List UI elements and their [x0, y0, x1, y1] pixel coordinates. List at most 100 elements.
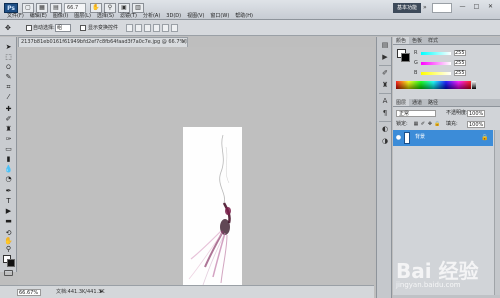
character-panel-icon[interactable]: A — [380, 97, 390, 106]
ink-painting-image — [188, 134, 231, 292]
clone-source-panel-icon[interactable]: ♜ — [380, 81, 390, 90]
marquee-tool-icon[interactable]: ⬚ — [3, 53, 14, 62]
green-slider-label: G — [414, 60, 418, 66]
masks-panel-icon[interactable]: ◐ — [380, 125, 390, 134]
tab-channels[interactable]: 通道 — [409, 99, 425, 106]
lock-transparent-icon[interactable]: ▦ — [413, 121, 419, 127]
gradient-tool-icon[interactable]: ▮ — [3, 155, 14, 164]
fill-field[interactable]: 100% — [467, 121, 485, 128]
layer-name[interactable]: 背景 — [415, 134, 425, 141]
visibility-eye-icon[interactable]: ● — [395, 134, 402, 141]
eraser-tool-icon[interactable]: ▭ — [3, 145, 14, 154]
tab-layers[interactable]: 图层 — [393, 99, 410, 106]
red-value-field[interactable]: 255 — [454, 50, 466, 56]
actions-panel-icon[interactable]: ▶ — [380, 53, 390, 62]
workspace-search[interactable] — [432, 3, 452, 13]
quick-select-tool-icon[interactable]: ✎ — [3, 73, 14, 82]
align-bottom-icon[interactable] — [144, 24, 151, 32]
color-panel-background-swatch[interactable] — [401, 53, 410, 62]
opacity-field[interactable]: 100% — [467, 110, 485, 117]
blue-value-field[interactable]: 255 — [454, 70, 466, 76]
layer-thumbnail — [404, 132, 410, 144]
pen-tool-icon[interactable]: ✒ — [3, 187, 14, 196]
layer-row[interactable]: ● 背景 🔒 — [393, 130, 493, 146]
green-value-field[interactable]: 255 — [454, 60, 466, 66]
eyedropper-tool-icon[interactable]: ⁄ — [3, 93, 14, 102]
menu-file[interactable]: 文件(F) — [4, 12, 27, 20]
move-tool-preset-icon[interactable]: ✥ — [5, 24, 15, 33]
layer-lock-icon: 🔒 — [481, 134, 489, 141]
lock-image-icon[interactable]: ✐ — [420, 121, 426, 127]
color-panel-tabs: 颜色 色板 样式 — [393, 37, 500, 45]
align-left-icon[interactable] — [153, 24, 160, 32]
fill-label: 填充: — [446, 121, 458, 127]
minimize-button[interactable]: — — [456, 2, 469, 12]
workspace-more-button[interactable]: » — [423, 3, 431, 13]
dock-separator — [379, 65, 391, 66]
paragraph-panel-icon[interactable]: ¶ — [380, 109, 390, 118]
menu-analysis[interactable]: 分析(A) — [140, 12, 163, 20]
menu-help[interactable]: 帮助(H) — [232, 12, 256, 20]
menu-layer[interactable]: 图层(L) — [71, 12, 94, 20]
history-brush-tool-icon[interactable]: ✑ — [3, 135, 14, 144]
zoom-status-field[interactable]: 66.67% — [17, 289, 41, 296]
green-slider[interactable] — [421, 62, 451, 65]
menu-3d[interactable]: 3D(D) — [163, 12, 184, 20]
shape-tool-icon[interactable]: ▬ — [3, 217, 14, 226]
document-size-info: 文档:441.3K/441.3K — [56, 289, 105, 295]
menu-edit[interactable]: 编辑(E) — [27, 12, 50, 20]
brush-panel-icon[interactable]: ✐ — [380, 69, 390, 78]
align-middle-icon[interactable] — [135, 24, 142, 32]
background-color-swatch[interactable] — [7, 259, 15, 267]
move-tool-icon[interactable]: ➤ — [3, 43, 14, 52]
document-tab-close-icon[interactable]: × — [181, 37, 186, 46]
history-panel-icon[interactable]: ▤ — [380, 41, 390, 50]
canvas-workspace[interactable] — [18, 47, 374, 298]
options-bar: ✥ 自动选择: 组 显示变换控件 — [0, 20, 500, 36]
lasso-tool-icon[interactable]: ଠ — [3, 63, 14, 72]
close-button[interactable]: ✕ — [484, 2, 497, 12]
tab-swatches[interactable]: 色板 — [409, 37, 425, 44]
lock-position-icon[interactable]: ✥ — [427, 121, 433, 127]
dodge-tool-icon[interactable]: ◔ — [3, 175, 14, 184]
tab-styles[interactable]: 样式 — [425, 37, 441, 44]
auto-select-dropdown[interactable]: 组 — [55, 24, 71, 32]
clone-stamp-tool-icon[interactable]: ♜ — [3, 125, 14, 134]
document-canvas[interactable] — [183, 127, 242, 298]
menu-select[interactable]: 选择(S) — [94, 12, 117, 20]
color-spectrum-shade — [396, 81, 471, 89]
red-slider[interactable] — [421, 52, 451, 55]
auto-select-checkbox[interactable] — [26, 25, 32, 31]
lock-all-icon[interactable]: 🔒 — [434, 121, 440, 127]
align-top-icon[interactable] — [126, 24, 133, 32]
document-tab[interactable]: 2137b81eb0161f61949bfd2ef7c8fb64faad3f7a… — [18, 37, 188, 47]
menu-filter[interactable]: 滤镜(T) — [117, 12, 140, 20]
title-bar: Ps ▢ ▦ ▤ 66.7 ✋ ⚲ ▣ ▥ 基本功能 » — □ ✕ 文件(F)… — [0, 0, 500, 20]
dock-separator — [379, 121, 391, 122]
blur-tool-icon[interactable]: 💧 — [3, 165, 14, 174]
adjustments-panel-icon[interactable]: ◑ — [380, 137, 390, 146]
menu-view[interactable]: 视图(V) — [184, 12, 207, 20]
tab-color[interactable]: 颜色 — [393, 37, 410, 44]
show-transform-checkbox[interactable] — [80, 25, 86, 31]
align-right-icon[interactable] — [171, 24, 178, 32]
blue-slider[interactable] — [421, 72, 451, 75]
healing-brush-tool-icon[interactable]: ✚ — [3, 105, 14, 114]
crop-tool-icon[interactable]: ⌗ — [3, 83, 14, 92]
zoom-tool-icon[interactable]: ⚲ — [3, 245, 14, 254]
layers-scrollbar[interactable] — [494, 130, 500, 295]
blend-mode-dropdown[interactable]: 正常 — [396, 110, 436, 117]
tab-paths[interactable]: 路径 — [425, 99, 441, 106]
brush-tool-icon[interactable]: ✐ — [3, 115, 14, 124]
align-center-icon[interactable] — [162, 24, 169, 32]
menu-image[interactable]: 图像(I) — [50, 12, 71, 20]
menu-window[interactable]: 窗口(W) — [207, 12, 232, 20]
black-white-ramp[interactable] — [472, 81, 476, 89]
workspace-button[interactable]: 基本功能 — [393, 3, 421, 13]
maximize-button[interactable]: □ — [470, 2, 483, 12]
menu-bar: 文件(F) 编辑(E) 图像(I) 图层(L) 选择(S) 滤镜(T) 分析(A… — [0, 12, 253, 20]
quick-mask-button[interactable] — [4, 270, 13, 276]
path-selection-tool-icon[interactable]: ▶ — [3, 207, 14, 216]
type-tool-icon[interactable]: T — [3, 197, 14, 206]
status-menu-arrow-icon[interactable]: ▸ — [100, 288, 103, 296]
